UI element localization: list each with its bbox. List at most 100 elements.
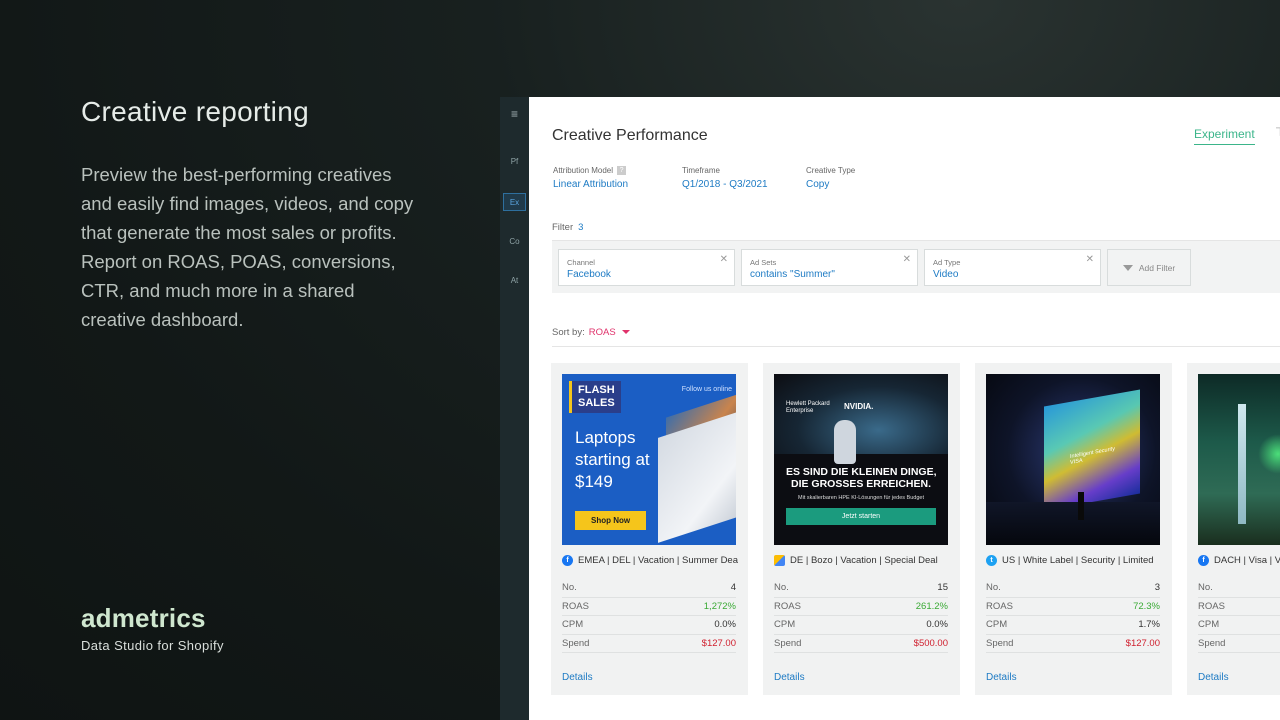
funnel-icon bbox=[1122, 264, 1133, 271]
stat-roas: 261.2% bbox=[915, 600, 948, 612]
hero-title: Creative reporting bbox=[81, 96, 309, 127]
creative-card[interactable]: Intelligent Security VISA t US | White L… bbox=[975, 363, 1172, 695]
stat-label: Spend bbox=[562, 637, 590, 649]
rail-item-co[interactable]: Co bbox=[503, 233, 526, 251]
person-graphic bbox=[1078, 492, 1084, 520]
tab-overflow[interactable]: ⊤ bbox=[1275, 125, 1280, 139]
help-icon[interactable]: ? bbox=[617, 166, 627, 175]
ad-subline: Mit skalierbaren HPE KI-Lösungen für jed… bbox=[798, 495, 924, 501]
filter-chip-ad-sets[interactable]: Ad Sets contains "Summer" ✕ bbox=[741, 249, 918, 286]
chip-value: Facebook bbox=[567, 269, 611, 280]
chip-value: contains "Summer" bbox=[750, 269, 835, 280]
caret-down-icon[interactable] bbox=[621, 330, 630, 335]
stat-label: No. bbox=[774, 582, 789, 593]
timeframe-label: Timeframe bbox=[682, 166, 720, 175]
sort-label: Sort by: bbox=[552, 327, 585, 338]
waterfall-graphic bbox=[1238, 404, 1246, 524]
stat-label: Spend bbox=[1198, 637, 1226, 649]
close-icon[interactable]: ✕ bbox=[720, 254, 728, 265]
stat-roas: 1,272% bbox=[703, 600, 736, 612]
filter-chip-channel[interactable]: Channel Facebook ✕ bbox=[558, 249, 735, 286]
creative-card[interactable]: FLASH SALES Follow us online Laptops sta… bbox=[551, 363, 748, 695]
creative-image[interactable]: Intelligent Security VISA bbox=[986, 374, 1160, 545]
stat-no: 4 bbox=[730, 582, 736, 593]
stat-label: No. bbox=[986, 582, 1001, 593]
attribution-label: Attribution Model bbox=[553, 166, 614, 175]
creative-image[interactable]: FLASH SALES Follow us online Laptops sta… bbox=[562, 374, 736, 545]
stat-label: Spend bbox=[986, 637, 1014, 649]
ad-follow-text: Follow us online bbox=[681, 386, 732, 393]
card-stats: No. ROAS CPM Spend bbox=[1198, 579, 1280, 653]
brand-tagline: Data Studio for Shopify bbox=[81, 638, 224, 653]
facebook-icon: f bbox=[1198, 555, 1209, 566]
page-title: Creative Performance bbox=[552, 127, 708, 144]
brand-logo: admetrics bbox=[81, 603, 206, 633]
creative-image[interactable]: Hewlett Packard Enterprise NVIDIA. ES SI… bbox=[774, 374, 948, 545]
stat-label: No. bbox=[562, 582, 577, 593]
card-title-text: EMEA | DEL | Vacation | Summer Deal bbox=[578, 555, 738, 566]
rail-item-at[interactable]: At bbox=[503, 272, 526, 290]
card-title: f DACH | Visa | Vacation bbox=[1198, 555, 1280, 566]
stat-cpm: 0.0% bbox=[714, 619, 736, 630]
glow-graphic bbox=[1258, 434, 1280, 474]
details-link[interactable]: Details bbox=[986, 672, 1017, 683]
timeframe-value[interactable]: Q1/2018 - Q3/2021 bbox=[682, 179, 768, 190]
rail-item-pf[interactable]: Pf bbox=[503, 153, 526, 171]
timeframe[interactable]: Timeframe Q1/2018 - Q3/2021 bbox=[682, 166, 768, 190]
details-link[interactable]: Details bbox=[1198, 672, 1229, 683]
creative-type[interactable]: Creative Type Copy bbox=[806, 166, 855, 190]
stat-label: No. bbox=[1198, 582, 1213, 593]
stat-spend: $127.00 bbox=[1125, 637, 1160, 649]
card-title: f EMEA | DEL | Vacation | Summer Deal bbox=[562, 555, 738, 566]
twitter-icon: t bbox=[986, 555, 997, 566]
details-link[interactable]: Details bbox=[562, 672, 593, 683]
close-icon[interactable]: ✕ bbox=[1086, 254, 1094, 265]
stat-roas: 72.3% bbox=[1133, 600, 1160, 612]
hero-description: Preview the best-performing creatives an… bbox=[81, 164, 414, 330]
filter-bar: Channel Facebook ✕ Ad Sets contains "Sum… bbox=[552, 240, 1280, 293]
menu-icon[interactable]: ≡ bbox=[503, 105, 526, 123]
stat-cpm: 1.7% bbox=[1138, 619, 1160, 630]
chip-label: Ad Type bbox=[933, 258, 961, 267]
add-filter-label: Add Filter bbox=[1138, 262, 1176, 273]
sort-control[interactable]: Sort by: ROAS bbox=[552, 327, 630, 338]
filter-chip-ad-type[interactable]: Ad Type Video ✕ bbox=[924, 249, 1101, 286]
stat-label: ROAS bbox=[1198, 600, 1225, 612]
stat-spend: $127.00 bbox=[701, 637, 736, 649]
attribution-model[interactable]: Attribution Model? Linear Attribution bbox=[553, 166, 628, 190]
divider bbox=[552, 346, 1280, 347]
app-sidebar-rail: ≡ Pf Ex Co At bbox=[500, 97, 529, 720]
chip-label: Ad Sets bbox=[750, 258, 777, 267]
ad-headline: ES SIND DIE KLEINEN DINGE, DIE GROSSES E… bbox=[786, 466, 937, 490]
stat-label: CPM bbox=[774, 619, 796, 630]
app-window: Creative Performance Experiment ⊤ Attrib… bbox=[529, 97, 1280, 720]
creative-card[interactable]: f DACH | Visa | Vacation No. ROAS CPM Sp… bbox=[1187, 363, 1280, 695]
ad-cta: Shop Now bbox=[575, 511, 647, 530]
tab-experiment[interactable]: Experiment bbox=[1194, 127, 1255, 145]
card-title-text: US | White Label | Security | Limited bbox=[1002, 555, 1154, 566]
filter-header: Filter 3 bbox=[552, 222, 583, 233]
filter-label: Filter bbox=[552, 222, 574, 233]
sort-value[interactable]: ROAS bbox=[589, 327, 616, 338]
chip-value: Video bbox=[933, 269, 959, 280]
ad-cta: Jetzt starten bbox=[786, 508, 936, 525]
google-ads-icon bbox=[774, 555, 785, 566]
stat-no: 15 bbox=[937, 582, 948, 593]
creative-image[interactable] bbox=[1198, 374, 1280, 545]
card-stats: No. 3 ROAS 72.3% CPM 1.7% Spend $127.00 bbox=[986, 579, 1160, 653]
facebook-icon: f bbox=[562, 555, 573, 566]
details-link[interactable]: Details bbox=[774, 672, 805, 683]
stat-label: CPM bbox=[986, 619, 1008, 630]
attribution-value[interactable]: Linear Attribution bbox=[553, 179, 628, 190]
astronaut-graphic bbox=[834, 420, 856, 464]
stat-spend: $500.00 bbox=[913, 637, 948, 649]
creative-card[interactable]: Hewlett Packard Enterprise NVIDIA. ES SI… bbox=[763, 363, 960, 695]
stat-label: Spend bbox=[774, 637, 802, 649]
creative-type-value[interactable]: Copy bbox=[806, 179, 855, 190]
close-icon[interactable]: ✕ bbox=[903, 254, 911, 265]
add-filter-button[interactable]: Add Filter bbox=[1107, 249, 1191, 286]
stat-label: ROAS bbox=[562, 600, 589, 612]
card-title-text: DACH | Visa | Vacation bbox=[1214, 555, 1280, 566]
ad-headline: Laptops starting at $149 bbox=[575, 428, 650, 491]
rail-item-ex[interactable]: Ex bbox=[503, 193, 526, 211]
